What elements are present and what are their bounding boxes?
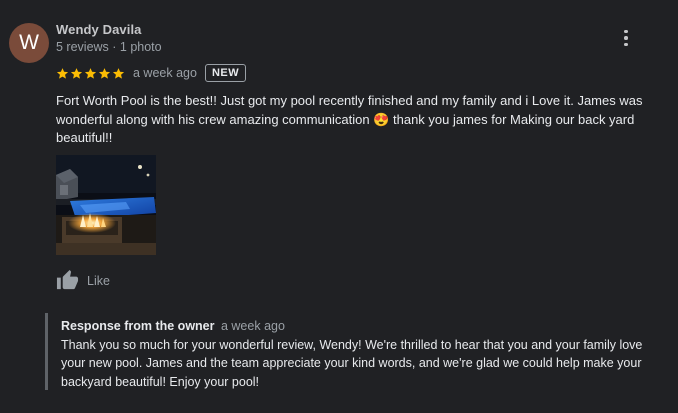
response-title: Response from the owner [61, 319, 215, 333]
reviewer-name[interactable]: Wendy Davila [56, 22, 142, 37]
pool-photo-image [56, 155, 156, 255]
reviewer-meta: 5 reviews · 1 photo [56, 40, 162, 54]
review-time: a week ago [133, 66, 197, 80]
response-time: a week ago [220, 319, 285, 333]
review-text: Fort Worth Pool is the best!! Just got m… [56, 93, 643, 145]
star-icon [84, 67, 97, 79]
owner-response: Response from the owner a week ago Thank… [45, 313, 655, 390]
like-button[interactable]: Like [56, 269, 110, 292]
like-label: Like [87, 273, 110, 288]
response-header: Response from the owner a week ago [61, 318, 655, 335]
review-photo[interactable] [56, 155, 156, 255]
rating-row: a week ago NEW [56, 62, 247, 84]
star-icon [56, 67, 69, 79]
review-card: W Wendy Davila 5 reviews · 1 photo a wee… [0, 0, 678, 413]
star-icon [112, 67, 125, 79]
star-icon [98, 67, 111, 79]
new-badge: NEW [204, 64, 247, 82]
avatar-initial: W [19, 31, 39, 54]
thumb-up-icon [56, 269, 79, 290]
response-text: Thank you so much for your wonderful rev… [61, 338, 643, 389]
more-options-button[interactable] [616, 28, 636, 48]
more-vert-icon [624, 29, 628, 34]
avatar[interactable]: W [9, 23, 49, 63]
star-icon [70, 67, 83, 79]
star-rating [56, 67, 125, 80]
